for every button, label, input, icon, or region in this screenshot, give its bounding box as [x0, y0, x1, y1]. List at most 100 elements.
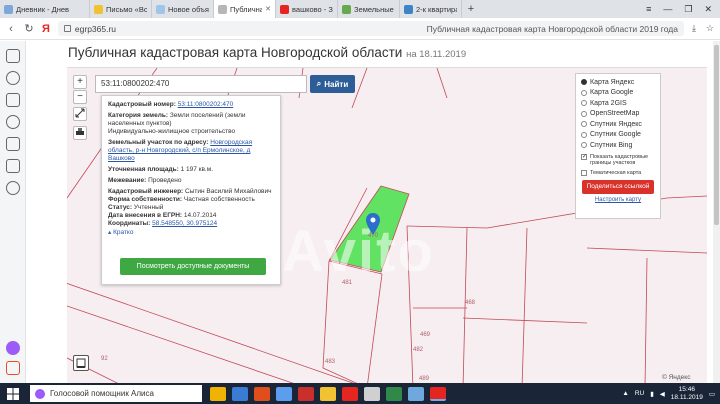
scrollbar-thumb[interactable]: [714, 45, 719, 225]
share-link-button[interactable]: Поделиться ссылкой: [582, 180, 654, 194]
collections-icon[interactable]: [6, 115, 20, 129]
tab-label: Публичная када: [230, 4, 262, 14]
app-icon[interactable]: [276, 386, 292, 401]
info-value: 1 197 кв.м.: [180, 166, 214, 173]
tab-label: Новое объявлен: [168, 4, 209, 14]
language-indicator[interactable]: RU: [635, 390, 644, 397]
search-button[interactable]: ⌕ Найти: [310, 75, 355, 93]
alice-search-box[interactable]: Голосовой помощник Алиса: [30, 385, 202, 402]
tab-label: Дневник - Днев: [16, 4, 70, 14]
browser-tab[interactable]: Дневник - Днев: [0, 0, 90, 18]
task-view-icon[interactable]: [232, 386, 248, 401]
legend-icon: [76, 358, 86, 368]
alice-icon: [35, 388, 45, 399]
tab-label: 2-к квартира, 54: [416, 4, 457, 14]
info-label: Форма собственности:: [108, 196, 183, 203]
configure-map-link[interactable]: Настроить карту: [581, 197, 655, 203]
notepad-icon[interactable]: [364, 386, 380, 401]
cadastral-number-link[interactable]: 53:11:0800202:470: [178, 101, 234, 108]
browser-tab[interactable]: Земельные участ: [338, 0, 400, 18]
print-icon: [76, 128, 84, 135]
menu-icon[interactable]: ≡: [646, 4, 651, 14]
network-icon[interactable]: ▮: [650, 390, 654, 398]
browser-tab[interactable]: вашково - Земел: [276, 0, 338, 18]
browser-tab[interactable]: Новое объявлен: [152, 0, 214, 18]
file-explorer-icon[interactable]: [210, 386, 226, 401]
tab-favicon-icon: [280, 4, 289, 14]
search-icon: ⌕: [316, 79, 322, 88]
thematic-map-checkbox[interactable]: Тематическая карта: [581, 169, 655, 177]
expand-icon: [75, 108, 85, 118]
maximize-icon[interactable]: ❐: [684, 4, 692, 15]
url-domain: egrp365.ru: [74, 23, 117, 34]
close-window-icon[interactable]: ✕: [704, 4, 712, 15]
layer-option-google-map[interactable]: Карта Google: [581, 88, 655, 99]
yandex-services-icon[interactable]: [6, 49, 20, 63]
zoom-out-button[interactable]: −: [73, 90, 87, 104]
notifications-center-icon[interactable]: ▭: [709, 390, 715, 398]
excel-icon[interactable]: [386, 386, 402, 401]
plot-number: 483: [325, 359, 336, 365]
new-tab-button[interactable]: +: [462, 0, 480, 18]
layer-option-2gis-map[interactable]: Карта 2GIS: [581, 98, 655, 109]
checkbox-icon: [581, 169, 587, 176]
windows-logo-icon: [7, 387, 19, 400]
yandex-app-icon[interactable]: [342, 386, 358, 401]
page-scrollbar[interactable]: [713, 41, 720, 383]
cadastral-search-input[interactable]: 53:11:0800202:470: [95, 75, 307, 93]
zen-icon[interactable]: [6, 361, 20, 375]
cadastral-map[interactable]: Avito 470 481 468 469 483 482 92 489 + −…: [67, 67, 707, 383]
tab-favicon-icon: [156, 4, 165, 14]
bookmark-icon[interactable]: ☆: [706, 23, 714, 34]
address-actions: ⤓ ☆: [692, 23, 714, 34]
notifications-icon[interactable]: [6, 71, 20, 85]
layer-option-bing-satellite[interactable]: Спутник Bing: [581, 140, 655, 151]
bookmarks-icon[interactable]: [6, 137, 20, 151]
tab-label: Письмо «Восста: [106, 4, 147, 14]
zoom-in-button[interactable]: +: [73, 75, 87, 89]
radio-icon: [581, 131, 587, 138]
tray-up-icon[interactable]: ▲: [622, 390, 628, 397]
legend-button[interactable]: [73, 355, 89, 371]
layer-option-yandex-satellite[interactable]: Спутник Яндекс: [581, 119, 655, 130]
chrome-icon[interactable]: [320, 386, 336, 401]
url-field[interactable]: egrp365.ru Публичная кадастровая карта Н…: [57, 21, 684, 36]
mail-icon[interactable]: [6, 93, 20, 107]
yandex-logo-icon[interactable]: Я: [42, 23, 50, 35]
coordinates-link[interactable]: 58.548550, 30.975124: [152, 220, 217, 227]
history-icon[interactable]: [6, 181, 20, 195]
browser-tab[interactable]: Письмо «Восста: [90, 0, 152, 18]
clock[interactable]: 15:46 18.11.2019: [671, 386, 703, 402]
firefox-icon[interactable]: [254, 386, 270, 401]
info-label: Кадастровый номер:: [108, 101, 176, 108]
yandex-browser-icon[interactable]: [430, 386, 446, 401]
show-borders-checkbox[interactable]: ✓ Показать кадастровые границы участков: [581, 153, 655, 167]
view-documents-button[interactable]: Посмотреть доступные документы: [120, 258, 266, 275]
location-pin-icon[interactable]: [366, 213, 380, 235]
downloads-icon[interactable]: [6, 159, 20, 173]
start-button[interactable]: [0, 383, 26, 404]
tab-close-icon[interactable]: ✕: [265, 5, 271, 13]
browser-tab-active[interactable]: Публичная када ✕: [214, 0, 276, 18]
layer-option-google-satellite[interactable]: Спутник Google: [581, 130, 655, 141]
print-button[interactable]: [73, 126, 87, 140]
checkbox-label: Тематическая карта: [590, 169, 642, 176]
minimize-icon[interactable]: —: [663, 4, 672, 14]
tab-favicon-icon: [404, 4, 413, 14]
collapse-link[interactable]: ▴ Кратко: [108, 229, 274, 237]
windows-taskbar: Голосовой помощник Алиса ▲ RU ▮ ◀ 15:46 …: [0, 383, 720, 404]
parcel-info-popup: Кадастровый номер: 53:11:0800202:470 Кат…: [101, 95, 281, 285]
fullscreen-button[interactable]: [73, 107, 87, 121]
app-icon[interactable]: [408, 386, 424, 401]
reload-icon[interactable]: ↻: [24, 22, 34, 35]
back-icon[interactable]: ‹: [6, 23, 16, 35]
assistant-label: Голосовой помощник Алиса: [50, 389, 154, 398]
layer-option-yandex-map[interactable]: Карта Яндекс: [581, 77, 655, 88]
info-row-area: Уточненная площадь: 1 197 кв.м.: [108, 166, 274, 174]
alice-icon[interactable]: [6, 341, 20, 355]
layer-option-osm[interactable]: OpenStreetMap: [581, 109, 655, 120]
browser-tab[interactable]: 2-к квартира, 54: [400, 0, 462, 18]
opera-icon[interactable]: [298, 386, 314, 401]
volume-icon[interactable]: ◀: [660, 390, 665, 398]
download-icon[interactable]: ⤓: [692, 23, 696, 34]
